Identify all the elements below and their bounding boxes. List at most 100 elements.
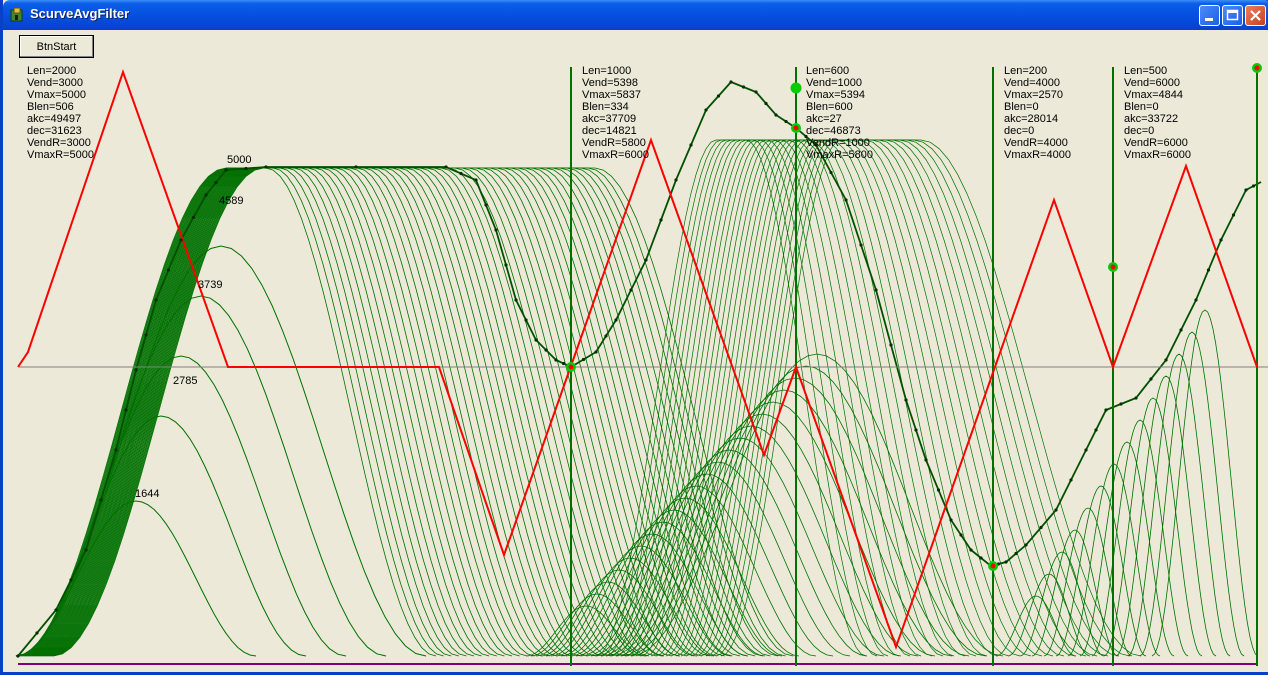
curve-point — [581, 357, 586, 362]
info-line: Len=600 — [806, 65, 849, 77]
curve-point — [544, 348, 548, 352]
curve-point — [191, 215, 196, 220]
info-block-segment-4: Len=200Vend=4000Vmax=2570Blen=0akc=28014… — [1004, 65, 1071, 161]
curve-point — [774, 113, 778, 117]
curve-point — [604, 334, 608, 338]
info-line: dec=14821 — [582, 125, 637, 137]
curve-point — [504, 263, 508, 267]
filter-curve — [1127, 353, 1231, 657]
curve-point — [859, 243, 863, 247]
info-line: Blen=0 — [1004, 101, 1039, 113]
curve-point — [1251, 184, 1256, 188]
filter-curve — [28, 167, 558, 657]
filter-curve — [1055, 485, 1147, 657]
filter-curve — [29, 167, 566, 657]
segment-marker-center — [568, 364, 574, 370]
curve-point — [1054, 508, 1058, 512]
curve-point — [1149, 377, 1153, 381]
curve-point — [354, 165, 358, 169]
info-line: akc=33722 — [1124, 113, 1178, 125]
info-block-segment-2: Len=1000Vend=5398Vmax=5837Blen=334akc=37… — [582, 65, 649, 161]
app-icon — [10, 7, 23, 22]
segment-marker-center — [793, 125, 799, 131]
info-line: dec=0 — [1004, 125, 1034, 137]
segment-marker-center — [990, 563, 996, 569]
curve-point — [829, 170, 833, 175]
curve-point — [594, 350, 598, 354]
info-line: akc=49497 — [27, 113, 81, 125]
info-line: Len=200 — [1004, 65, 1047, 77]
curve-point — [494, 228, 498, 232]
curve-point — [729, 80, 733, 84]
close-button[interactable] — [1245, 5, 1266, 26]
window-title: ScurveAvgFilter — [30, 6, 130, 21]
segment-marker — [790, 82, 802, 94]
curve-point — [969, 548, 973, 552]
curve-point — [1104, 408, 1108, 412]
info-line: VendR=5800 — [582, 137, 646, 149]
curve-point — [134, 368, 138, 372]
filter-curve — [655, 139, 999, 657]
maximize-button[interactable] — [1222, 5, 1243, 26]
curve-point — [741, 85, 746, 89]
info-line: Blen=334 — [582, 101, 629, 113]
curve-point — [561, 361, 566, 366]
info-line: akc=37709 — [582, 113, 636, 125]
info-line: VmaxR=5000 — [27, 149, 94, 161]
filter-curve — [31, 167, 581, 657]
info-line: Blen=0 — [1124, 101, 1159, 113]
curve-point — [889, 343, 893, 347]
curve-point — [459, 171, 463, 176]
curve-point — [784, 119, 788, 124]
maximize-icon — [1226, 9, 1239, 21]
info-block-segment-3: Len=600Vend=1000Vmax=5394Blen=600akc=27d… — [806, 65, 873, 161]
curve-point — [1069, 478, 1073, 482]
info-line: VendR=4000 — [1004, 137, 1068, 149]
filter-curve — [1139, 331, 1245, 657]
curve-point — [1039, 525, 1043, 530]
filter-curve — [1091, 419, 1189, 657]
filter-curve — [590, 449, 868, 657]
curve-point — [114, 448, 118, 452]
filter-curve — [660, 139, 1010, 657]
info-line: VmaxR=5800 — [806, 149, 873, 161]
velocity-plot: Len=2000Vend=3000Vmax=5000Blen=506akc=49… — [15, 63, 1268, 666]
info-line: Vend=6000 — [1124, 77, 1180, 89]
curve-point — [204, 193, 208, 197]
curve-point — [924, 458, 928, 462]
curve-point — [904, 398, 908, 402]
peak-label: 1644 — [135, 488, 159, 500]
curve-point — [1179, 328, 1183, 332]
curve-point — [936, 488, 941, 492]
title-bar[interactable]: ScurveAvgFilter — [3, 0, 1268, 30]
info-line: dec=46873 — [806, 125, 861, 137]
filter-curve — [33, 167, 604, 657]
curve-point — [514, 298, 518, 302]
minimize-button[interactable] — [1199, 5, 1220, 26]
info-line: akc=28014 — [1004, 113, 1058, 125]
start-button[interactable]: BtnStart — [19, 35, 94, 58]
curve-point — [764, 101, 768, 106]
curve-point — [144, 333, 148, 337]
curve-point — [1014, 551, 1018, 556]
info-line: Blen=600 — [806, 101, 853, 113]
app-window: ScurveAvgFilter Len=2000 Vend=3000 Vmax=50… — [0, 0, 1268, 675]
info-line: dec=31623 — [27, 125, 82, 137]
curve-point — [179, 238, 183, 242]
curve-point — [69, 578, 73, 582]
curve-point — [614, 318, 618, 322]
info-text: Len=2000Vend=3000Vmax=5000Blen=506akc=49… — [27, 65, 1191, 500]
filter-curve — [995, 595, 1077, 657]
peak-label: 4589 — [219, 195, 243, 207]
curve-point — [534, 338, 538, 342]
curve-point — [1084, 448, 1088, 452]
info-line: VmaxR=6000 — [1124, 149, 1191, 161]
info-line: Vmax=5837 — [582, 89, 641, 101]
curve-point — [979, 556, 983, 560]
curve-point — [554, 358, 558, 362]
info-line: VendR=6000 — [1124, 137, 1188, 149]
curve-point — [1219, 238, 1223, 242]
info-line: akc=27 — [806, 113, 842, 125]
filter-curve — [51, 167, 771, 657]
client-area: Len=2000 Vend=3000 Vmax=5000 Blen=506 akc=49… — [6, 30, 1268, 672]
